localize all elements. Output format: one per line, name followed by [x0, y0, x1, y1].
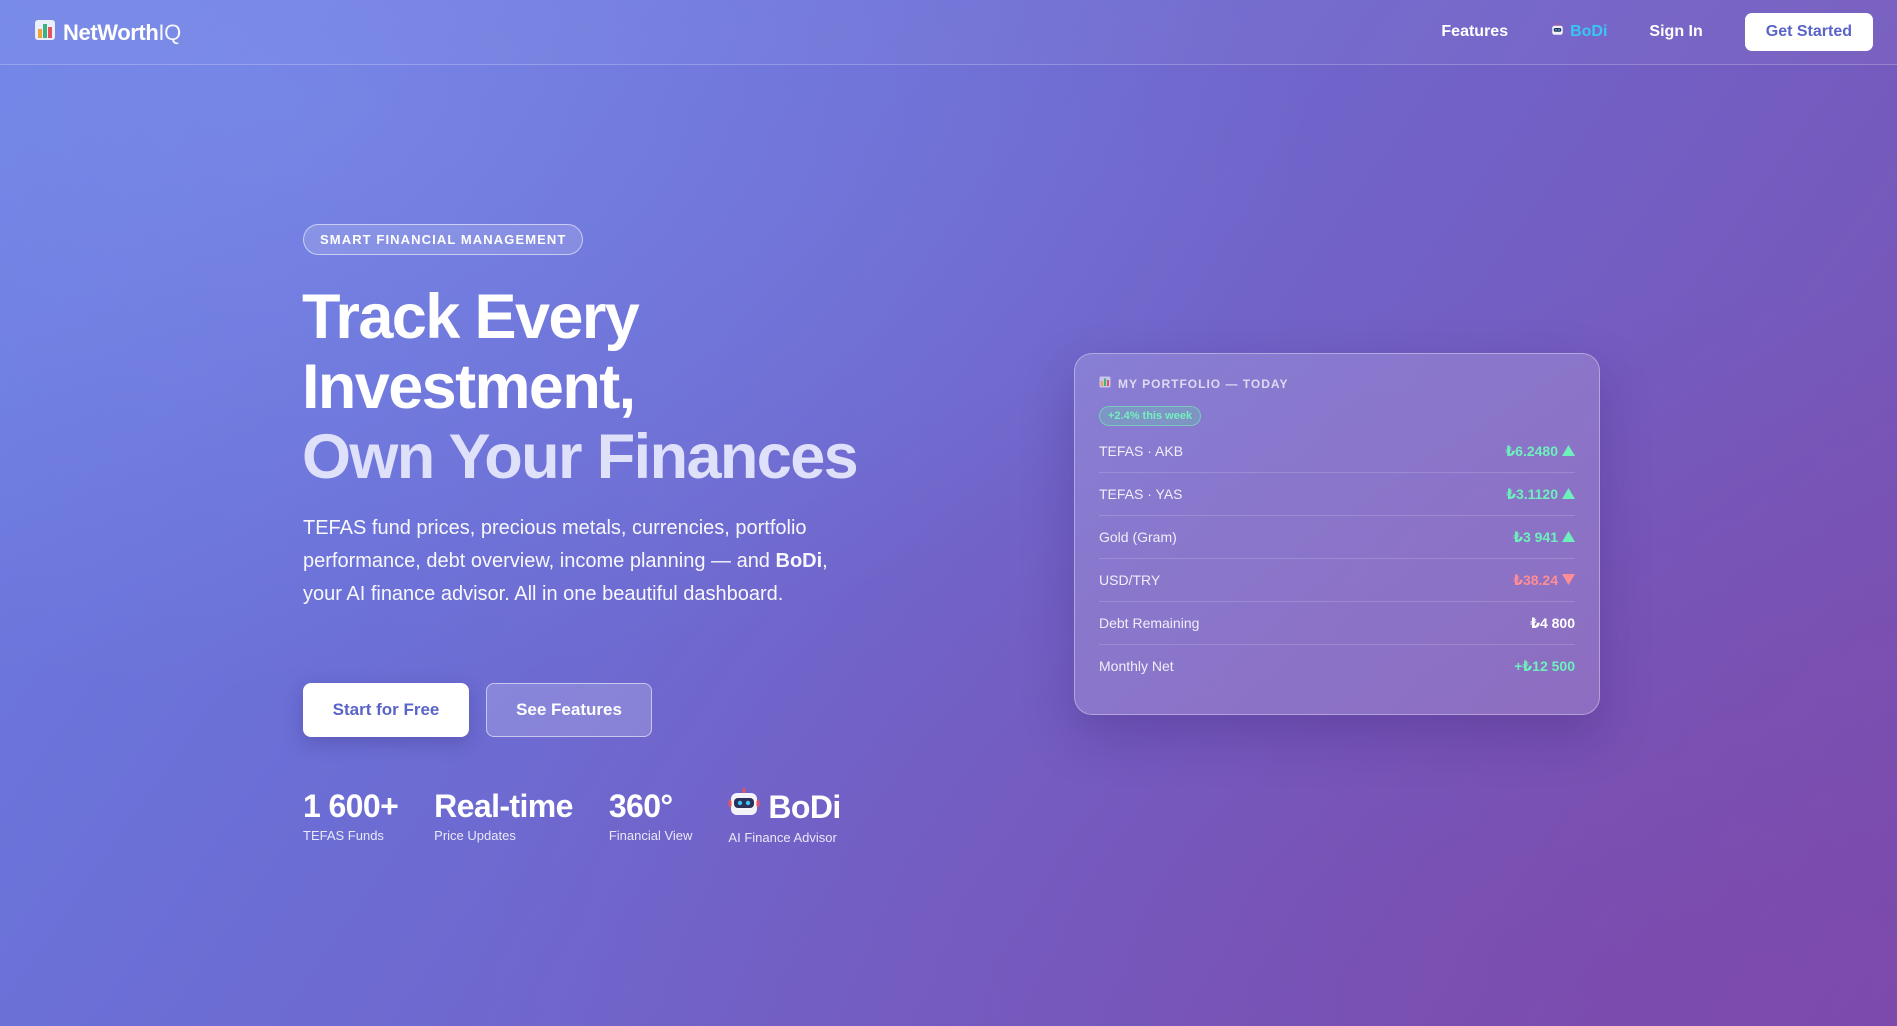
stat-price-updates: Real-time Price Updates — [434, 788, 573, 843]
portfolio-card: MY PORTFOLIO — TODAY +2.4% this week TEF… — [1074, 353, 1600, 715]
headline-line-3: Own Your Finances — [302, 422, 859, 492]
robot-icon — [728, 787, 760, 827]
bodi-highlight: BoDi — [775, 550, 823, 572]
triangle-down-icon — [1562, 572, 1575, 588]
robot-icon — [1550, 22, 1565, 42]
get-started-button[interactable]: Get Started — [1744, 13, 1873, 51]
nav-link-bodi-label: BoDi — [1570, 23, 1608, 40]
triangle-up-icon — [1562, 529, 1575, 545]
headline-line-1: Track Every — [302, 282, 640, 352]
portfolio-row: Debt Remaining ₺4 800 — [1099, 602, 1575, 645]
weekly-change-badge: +2.4% this week — [1099, 406, 1202, 426]
see-features-button[interactable]: See Features — [486, 683, 652, 737]
background-glow — [0, 0, 1897, 1026]
brand-logo[interactable]: NetWorthIQ — [34, 19, 181, 47]
bar-chart-icon — [34, 19, 56, 47]
brand-name: NetWorthIQ — [63, 20, 181, 45]
hero-description: TEFAS fund prices, precious metals, curr… — [303, 517, 828, 605]
bar-chart-icon — [1099, 376, 1111, 391]
portfolio-row: USD/TRY ₺38.24 — [1099, 559, 1575, 602]
start-for-free-button[interactable]: Start for Free — [303, 683, 469, 737]
portfolio-row: TEFAS · AKB ₺6.2480 — [1099, 430, 1575, 473]
triangle-up-icon — [1562, 443, 1575, 459]
triangle-up-icon — [1562, 486, 1575, 502]
nav-link-features[interactable]: Features — [1441, 23, 1508, 41]
nav-link-sign-in[interactable]: Sign In — [1649, 23, 1702, 41]
portfolio-row: Monthly Net +₺12 500 — [1099, 657, 1575, 675]
headline-line-2: Investment, — [302, 352, 636, 422]
stat-financial-view: 360° Financial View — [608, 788, 693, 843]
hero-stats: 1 600+ TEFAS Funds Real-time Price Updat… — [303, 787, 841, 845]
top-navigation: NetWorthIQ Features BoDi Sign In Get Sta… — [0, 0, 1897, 65]
stat-bodi-value: BoDi — [768, 789, 841, 825]
nav-link-bodi[interactable]: BoDi — [1550, 22, 1607, 42]
portfolio-row: TEFAS · YAS ₺3.1120 — [1099, 473, 1575, 516]
stat-tefas-funds: 1 600+ TEFAS Funds — [303, 788, 399, 843]
hero-tagline-pill: SMART FINANCIAL MANAGEMENT — [303, 224, 584, 255]
nav-links: Features BoDi Sign In Get Started — [1441, 13, 1873, 51]
portfolio-row: Gold (Gram) ₺3 941 — [1099, 516, 1575, 559]
portfolio-rows: TEFAS · AKB ₺6.2480 TEFAS · YAS ₺3.1120 … — [1099, 430, 1575, 687]
portfolio-card-title: MY PORTFOLIO — TODAY — [1099, 376, 1575, 391]
hero-headline: Track Every Investment, Own Your Finance… — [302, 282, 859, 492]
stat-bodi-advisor: BoDi AI Finance Advisor — [728, 787, 841, 845]
